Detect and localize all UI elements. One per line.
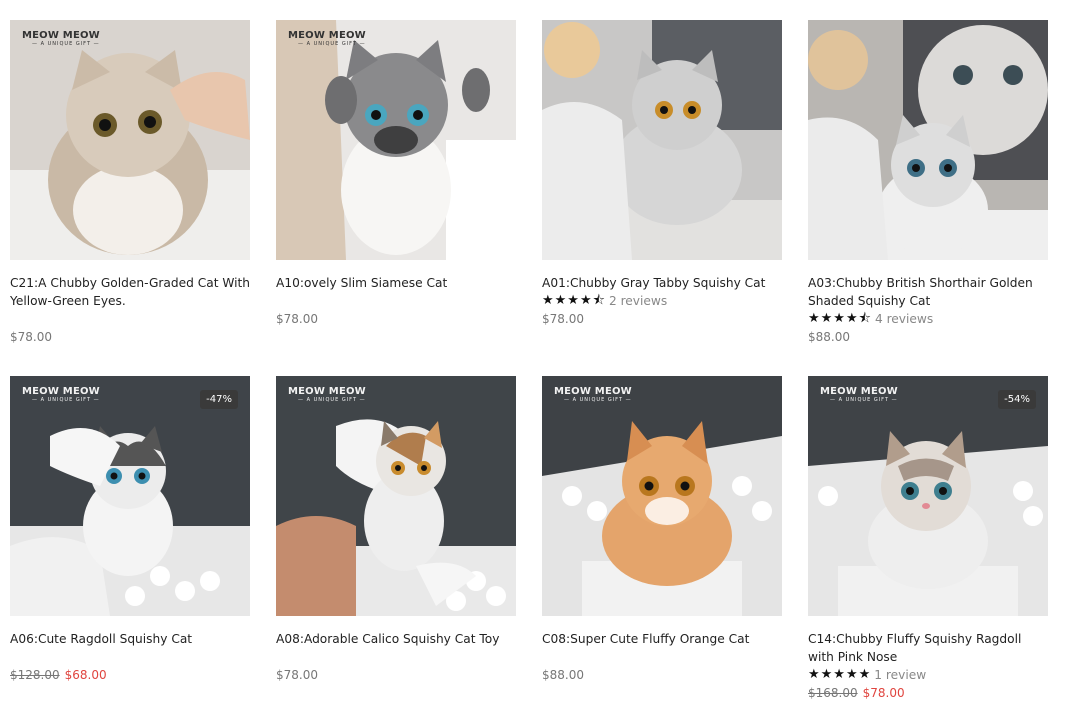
product-image[interactable]: MEOW MEOW — A UNIQUE GIFT — -54% (808, 376, 1048, 616)
review-count: 1 review (874, 668, 927, 682)
star-rating-icon: ★★★★⯪ (808, 311, 872, 326)
product-title[interactable]: A08:Adorable Calico Squishy Cat Toy (276, 630, 516, 648)
product-image[interactable]: MEOW MEOW — A UNIQUE GIFT — (10, 20, 250, 260)
product-title[interactable]: A03:Chubby British Shorthair Golden Shad… (808, 274, 1048, 310)
product-price: $78.00 (10, 330, 52, 344)
product-card[interactable]: A03:Chubby British Shorthair Golden Shad… (808, 20, 1048, 346)
product-image[interactable] (542, 20, 782, 260)
product-price: $88.00 (542, 668, 584, 682)
product-card[interactable]: MEOW MEOW — A UNIQUE GIFT — -54% C14:Chub… (808, 376, 1048, 702)
brand-logo: MEOW MEOW — A UNIQUE GIFT — (22, 386, 100, 403)
product-card[interactable]: MEOW MEOW — A UNIQUE GIFT — A10:ovely Sli… (276, 20, 516, 328)
brand-logo: MEOW MEOW — A UNIQUE GIFT — (554, 386, 632, 403)
product-price: $78.00 (276, 668, 318, 682)
review-count: 2 reviews (608, 294, 668, 308)
product-rating[interactable]: ★★★★⯪ 2 reviews (542, 292, 782, 310)
product-rating[interactable]: ★★★★★ 1 review (808, 666, 1048, 684)
brand-logo: MEOW MEOW — A UNIQUE GIFT — (288, 30, 366, 47)
product-title[interactable]: C14:Chubby Fluffy Squishy Ragdoll with P… (808, 630, 1048, 666)
sale-price: $78.00 (862, 686, 905, 700)
product-card[interactable]: MEOW MEOW — A UNIQUE GIFT — A08:Adorable … (276, 376, 516, 684)
brand-logo: MEOW MEOW — A UNIQUE GIFT — (288, 386, 366, 403)
product-rating[interactable]: ★★★★⯪ 4 reviews (808, 310, 1048, 328)
product-title[interactable]: C21:A Chubby Golden-Graded Cat With Yell… (10, 274, 250, 310)
star-rating-icon: ★★★★⯪ (542, 293, 606, 308)
discount-badge: -54% (998, 390, 1036, 409)
product-image[interactable]: MEOW MEOW — A UNIQUE GIFT — (542, 376, 782, 616)
product-price: $168.00 $78.00 (808, 684, 1048, 702)
original-price: $128.00 (10, 668, 60, 682)
product-card[interactable]: MEOW MEOW — A UNIQUE GIFT — -47% A06:Cute… (10, 376, 250, 684)
brand-logo: MEOW MEOW — A UNIQUE GIFT — (22, 30, 100, 47)
sale-price: $68.00 (64, 668, 107, 682)
product-title[interactable]: C08:Super Cute Fluffy Orange Cat (542, 630, 782, 648)
product-card[interactable]: MEOW MEOW — A UNIQUE GIFT — C08:Super Cut… (542, 376, 782, 684)
product-title[interactable]: A01:Chubby Gray Tabby Squishy Cat (542, 274, 782, 292)
product-image[interactable] (808, 20, 1048, 260)
product-price: $78.00 (276, 312, 318, 326)
original-price: $168.00 (808, 686, 858, 700)
product-title[interactable]: A10:ovely Slim Siamese Cat (276, 274, 516, 292)
product-image[interactable]: MEOW MEOW — A UNIQUE GIFT — -47% (10, 376, 250, 616)
discount-badge: -47% (200, 390, 238, 409)
product-title[interactable]: A06:Cute Ragdoll Squishy Cat (10, 630, 250, 648)
product-image[interactable]: MEOW MEOW — A UNIQUE GIFT — (276, 20, 516, 260)
star-rating-icon: ★★★★★ (808, 667, 872, 682)
brand-logo: MEOW MEOW — A UNIQUE GIFT — (820, 386, 898, 403)
product-image[interactable]: MEOW MEOW — A UNIQUE GIFT — (276, 376, 516, 616)
review-count: 4 reviews (874, 312, 934, 326)
product-price: $78.00 (542, 312, 584, 326)
product-card[interactable]: A01:Chubby Gray Tabby Squishy Cat ★★★★⯪ … (542, 20, 782, 328)
product-price: $128.00 $68.00 (10, 666, 250, 684)
product-card[interactable]: MEOW MEOW — A UNIQUE GIFT — C21:A Chubby … (10, 20, 250, 346)
product-price: $88.00 (808, 330, 850, 344)
